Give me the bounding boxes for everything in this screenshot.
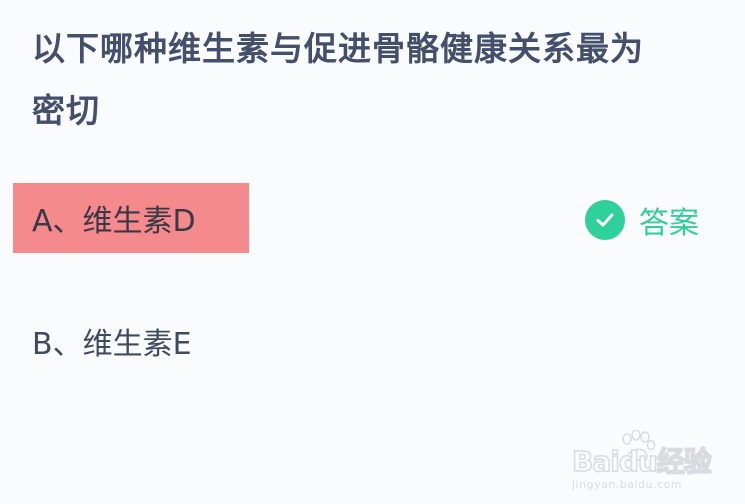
option-b[interactable]: B、维生素E [13, 306, 253, 376]
option-a[interactable]: A、维生素D [13, 183, 249, 253]
question-line-1: 以下哪种维生素与促进骨骼健康关系最为 [32, 29, 644, 68]
watermark-url: jingyan.baidu.com [572, 478, 683, 491]
option-b-label: B、维生素E [32, 327, 192, 362]
baidu-jingyan-watermark: Baidu经验 jingyan.baidu.com [570, 430, 735, 496]
question-line-2: 密切 [32, 91, 100, 130]
option-a-label: A、维生素D [32, 204, 196, 239]
question-title: 以下哪种维生素与促进骨骼健康关系最为 密切 [32, 18, 722, 142]
correct-answer-marker: 答案 [585, 200, 699, 241]
answer-label: 答案 [639, 206, 699, 241]
watermark-logo-text: Baidu经验 [571, 444, 712, 479]
check-circle-icon [585, 200, 625, 240]
